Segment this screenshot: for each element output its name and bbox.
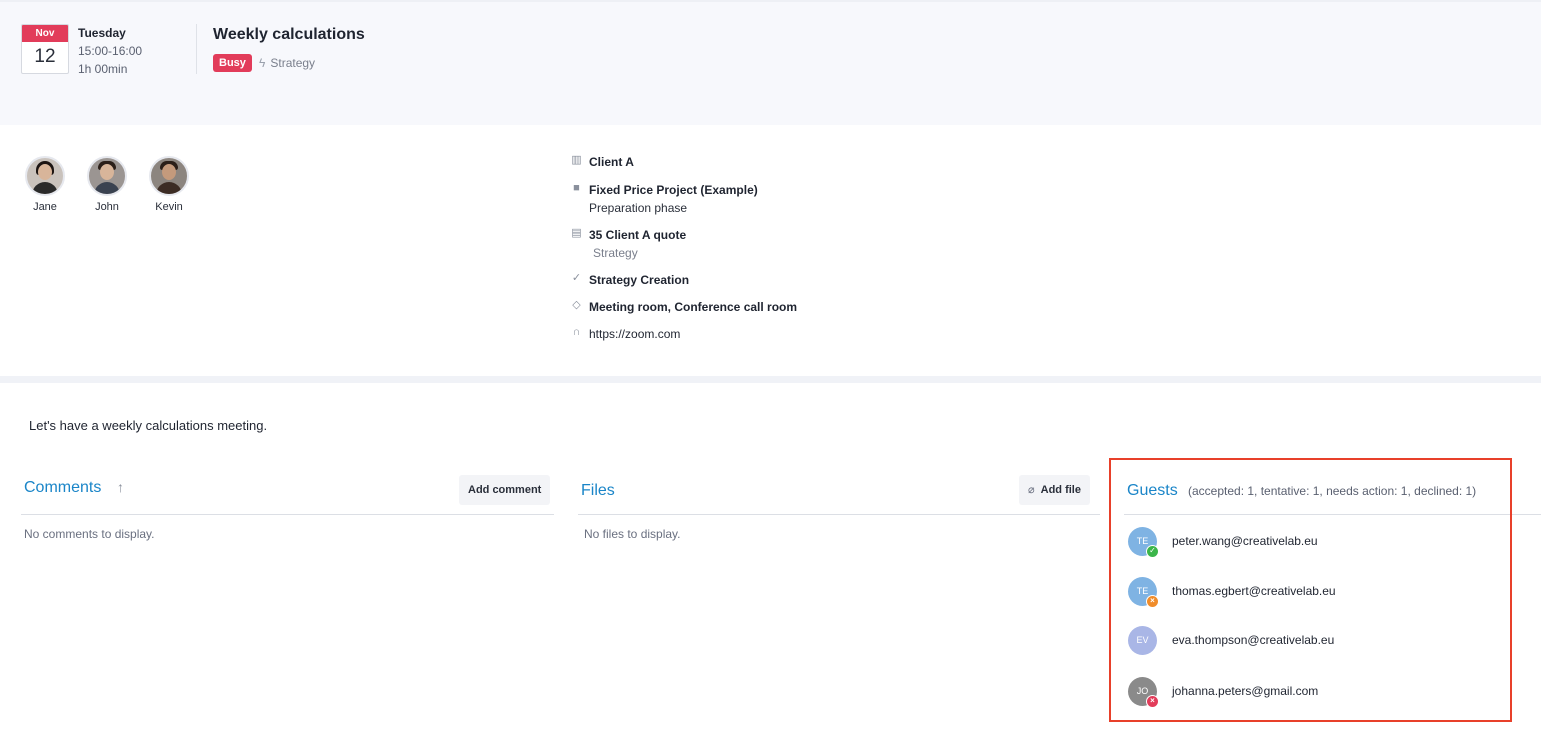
add-file-label: Add file [1040, 484, 1081, 496]
detail-resources[interactable]: ◇ Meeting room, Conference call room [570, 298, 797, 316]
detail-quote[interactable]: ▤ 35 Client A quote Strategy [570, 226, 686, 262]
date-month: Nov [22, 25, 68, 42]
quote-label: 35 Client A quote [589, 228, 687, 242]
cube-icon: ◇ [572, 299, 581, 311]
event-header: Nov 12 Tuesday 15:00-16:00 1h 00min Week… [0, 0, 1541, 125]
event-weekday: Tuesday [78, 26, 126, 40]
event-time-range: 15:00-16:00 [78, 44, 143, 58]
headset-icon: ∩ [572, 326, 581, 338]
resources-label: Meeting room, Conference call room [589, 300, 798, 314]
add-file-button[interactable]: ⌀ Add file [1019, 475, 1090, 505]
files-title: Files [581, 482, 615, 499]
detail-project[interactable]: ■ Fixed Price Project (Example) Preparat… [570, 181, 758, 217]
checkmark-icon: ✓ [571, 272, 582, 284]
project-label: Fixed Price Project (Example) [589, 183, 758, 197]
event-title: Weekly calculations [213, 26, 365, 43]
document-icon: ▤ [571, 227, 582, 239]
add-comment-button[interactable]: Add comment [459, 475, 551, 505]
files-divider [578, 514, 1100, 515]
paperclip-icon: ⌀ [1028, 484, 1035, 496]
event-category-label: Strategy [270, 56, 316, 70]
event-description: Let's have a weekly calculations meeting… [29, 418, 268, 433]
attendee-name: Jane [33, 201, 57, 213]
section-separator [0, 376, 1541, 383]
attendee-jane[interactable]: Jane [23, 156, 67, 213]
task-label: Strategy Creation [589, 273, 690, 287]
detail-client[interactable]: ▥ Client A [570, 153, 634, 171]
event-category: ϟ Strategy [259, 55, 315, 71]
attendee-name: Kevin [155, 201, 183, 213]
event-time-info: Tuesday 15:00-16:00 1h 00min [78, 24, 142, 78]
detail-task[interactable]: ✓ Strategy Creation [570, 271, 689, 289]
attendee-kevin[interactable]: Kevin [147, 156, 191, 213]
event-duration: 1h 00min [78, 62, 128, 76]
avatar [25, 156, 65, 196]
header-divider [196, 24, 197, 74]
detail-meeting-link[interactable]: ∩ https://zoom.com [570, 325, 681, 343]
avatar [149, 156, 189, 196]
comments-empty: No comments to display. [24, 527, 155, 541]
building-icon: ▥ [571, 154, 582, 166]
comments-title: Comments [24, 479, 102, 496]
lightning-icon: ϟ [259, 56, 266, 70]
guests-highlight-box [1109, 458, 1512, 722]
quote-category: Strategy [593, 246, 638, 260]
status-badge: Busy [213, 54, 252, 72]
comments-divider [21, 514, 554, 515]
attendee-name: John [95, 201, 119, 213]
avatar [87, 156, 127, 196]
date-day: 12 [34, 46, 56, 67]
date-badge: Nov 12 [21, 24, 69, 74]
files-empty: No files to display. [584, 527, 681, 541]
briefcase-icon: ■ [573, 182, 580, 194]
attendee-john[interactable]: John [85, 156, 129, 213]
project-phase: Preparation phase [589, 201, 688, 215]
client-label: Client A [589, 155, 634, 169]
meeting-link[interactable]: https://zoom.com [589, 325, 680, 343]
sort-arrow-up-icon[interactable]: ↑ [117, 479, 124, 495]
